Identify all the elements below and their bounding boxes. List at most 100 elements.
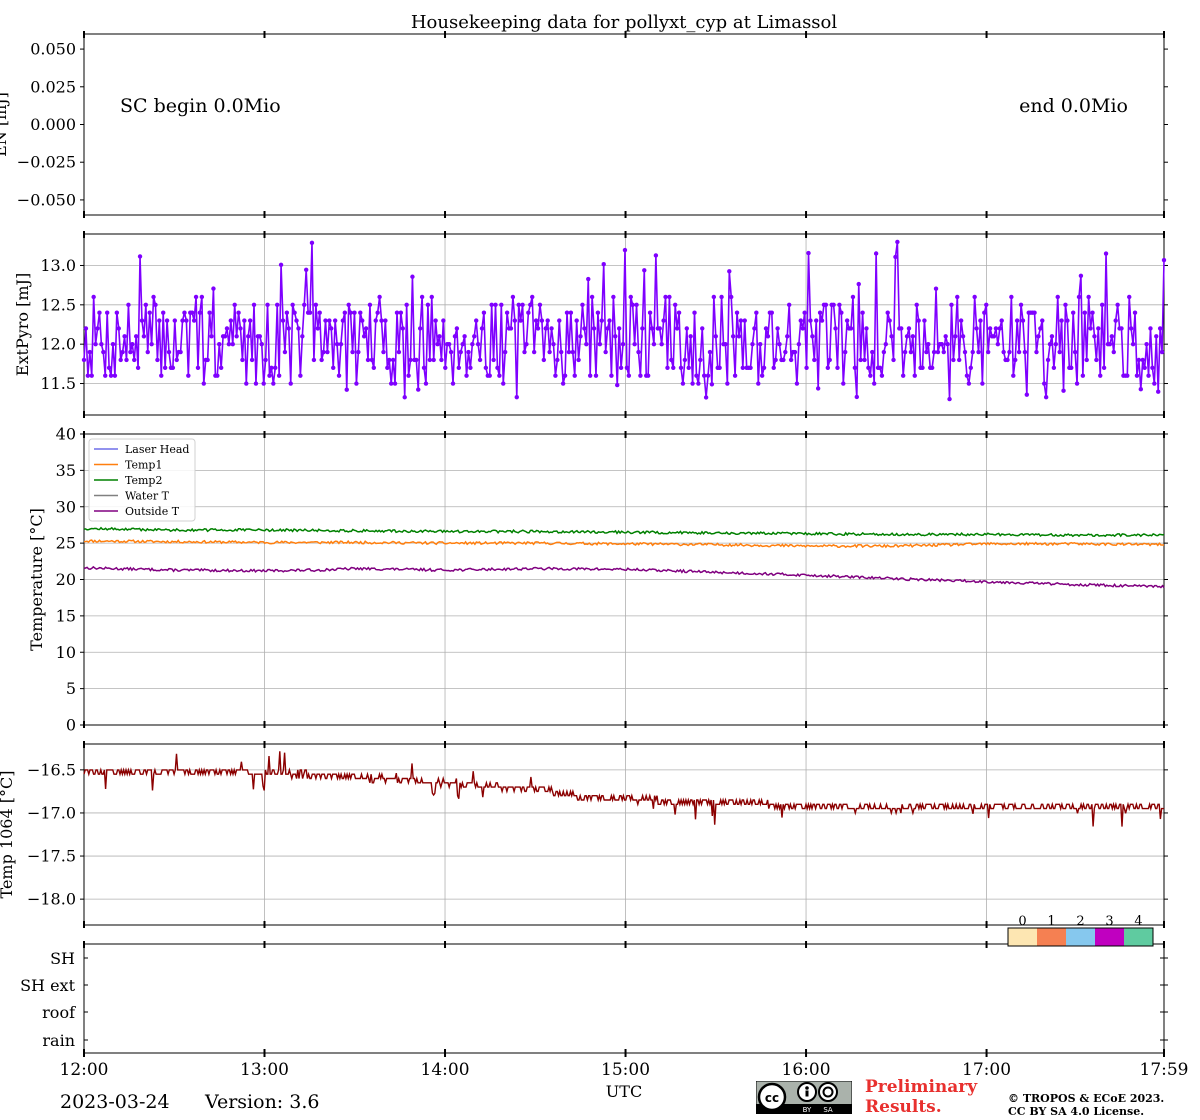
extpyro-point — [852, 365, 858, 370]
extpyro-point — [881, 349, 887, 355]
y-tick-label: −0.025 — [17, 153, 76, 172]
extpyro-point — [618, 365, 624, 370]
extpyro-point — [759, 373, 765, 378]
extpyro-point — [871, 381, 877, 386]
extpyro-point — [1125, 373, 1130, 378]
extpyro-point — [108, 373, 114, 378]
extpyro-point — [137, 254, 143, 259]
extpyro-point — [416, 387, 421, 392]
extpyro-point — [953, 334, 958, 339]
extpyro-point — [543, 326, 548, 331]
extpyro-point — [964, 373, 970, 378]
extpyro-point — [290, 302, 295, 308]
extpyro-point — [997, 326, 1002, 331]
extpyro-point — [201, 381, 206, 386]
extpyro-point — [827, 357, 832, 363]
extpyro-point — [972, 294, 977, 300]
colorbar-label: 4 — [1134, 914, 1142, 929]
extpyro-point — [850, 294, 856, 300]
extpyro-point — [624, 365, 630, 370]
extpyro-point — [414, 357, 419, 363]
extpyro-point — [288, 381, 293, 386]
extpyro-point — [228, 318, 234, 323]
extpyro-point — [819, 318, 825, 323]
extpyro-point — [949, 302, 954, 308]
extpyro-point — [85, 373, 91, 378]
extpyro-point — [348, 310, 353, 315]
extpyro-point — [419, 294, 425, 300]
extpyro-point — [603, 349, 608, 355]
y-tick-label: −17.5 — [27, 847, 76, 866]
extpyro-point — [1161, 257, 1167, 263]
extpyro-point — [360, 318, 365, 323]
extpyro-point — [385, 365, 390, 370]
extpyro-point — [249, 357, 255, 363]
extpyro-point — [298, 373, 303, 378]
extpyro-point — [929, 365, 935, 370]
extpyro-point — [236, 310, 241, 315]
temperature-legend: Laser Head Temp1 Temp2 Water T Outside T — [88, 438, 196, 522]
extpyro-point — [300, 334, 305, 339]
extpyro-point — [607, 318, 612, 323]
extpyro-point — [1018, 302, 1024, 308]
extpyro-point — [837, 302, 842, 308]
extpyro-point — [839, 310, 844, 315]
extpyro-point — [1040, 318, 1045, 323]
extpyro-point — [269, 365, 274, 370]
extpyro-point — [833, 326, 838, 331]
colorbar-cell — [1124, 928, 1153, 946]
x-tick-label: 16:00 — [782, 1060, 831, 1080]
extpyro-point — [864, 326, 869, 331]
extpyro-point — [781, 357, 786, 363]
extpyro-point — [593, 373, 599, 378]
extpyro-point — [162, 365, 168, 370]
extpyro-point — [1152, 381, 1157, 386]
share-alike-icon — [818, 1082, 838, 1102]
extpyro-point — [914, 302, 919, 308]
extpyro-point — [1045, 357, 1051, 363]
extpyro-point — [446, 341, 452, 347]
extpyro-point — [1057, 349, 1062, 355]
extpyro-point — [1063, 302, 1068, 308]
extpyro-point — [311, 357, 317, 363]
extpyro-point — [394, 310, 400, 315]
extpyro-point — [769, 310, 774, 315]
extpyro-point — [275, 302, 280, 308]
extpyro-point — [661, 318, 666, 323]
figure-title: Housekeeping data for pollyxt_cyp at Lim… — [411, 12, 838, 33]
extpyro-point — [667, 294, 672, 300]
extpyro-point — [433, 318, 438, 323]
colorbar-label: 0 — [1018, 914, 1026, 929]
extpyro-point — [533, 318, 539, 323]
extpyro-point — [794, 381, 800, 386]
extpyro-point — [365, 357, 371, 363]
extpyro-point — [276, 373, 282, 378]
extpyro-point — [390, 357, 396, 363]
extpyro-point — [568, 310, 574, 315]
y-tick-label: 0.000 — [30, 115, 76, 134]
extpyro-point — [854, 394, 860, 400]
extpyro-point — [808, 318, 813, 323]
extpyro-point — [736, 334, 742, 339]
copyright-line1: © TROPOS & ECoE 2023. — [1008, 1092, 1165, 1105]
extpyro-point — [611, 294, 616, 300]
extpyro-point — [189, 310, 195, 315]
extpyro-point — [1115, 302, 1120, 308]
extpyro-point — [147, 310, 152, 315]
extpyro-point — [379, 318, 384, 323]
extpyro-point — [132, 357, 137, 363]
extpyro-point — [1053, 341, 1059, 347]
y-tick-label: 0.025 — [30, 77, 76, 96]
extpyro-point — [756, 381, 761, 386]
extpyro-point — [502, 349, 508, 355]
extpyro-point — [321, 349, 326, 355]
extpyro-point — [437, 334, 442, 339]
extpyro-point — [334, 341, 340, 347]
series-line-outside-t — [83, 565, 1165, 589]
extpyro-point — [128, 349, 133, 355]
extpyro-point — [383, 318, 388, 323]
extpyro-point — [1088, 326, 1093, 331]
extpyro-point — [559, 349, 564, 355]
extpyro-point — [1080, 373, 1086, 378]
extpyro-point — [514, 394, 519, 400]
